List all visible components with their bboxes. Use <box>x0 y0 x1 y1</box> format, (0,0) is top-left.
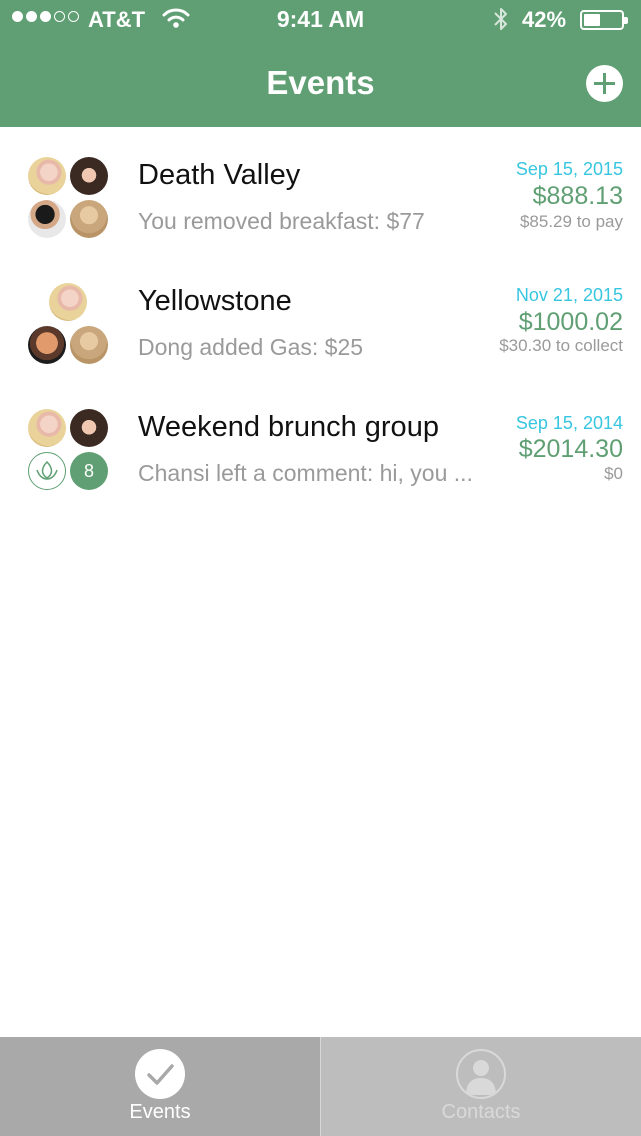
avatar <box>49 283 87 321</box>
tab-label: Contacts <box>441 1101 521 1123</box>
navigation-bar: AT&T 9:41 AM 42% Events <box>0 0 641 127</box>
battery-percentage: 42% <box>522 7 567 32</box>
event-balance: $85.29 to pay <box>519 212 623 231</box>
event-date: Sep 15, 2015 <box>515 159 623 179</box>
person-icon <box>456 1049 506 1099</box>
event-row[interactable]: Death Valley You removed breakfast: $77 … <box>0 137 641 263</box>
bluetooth-icon <box>494 8 507 30</box>
avatar <box>28 200 66 238</box>
avatar <box>28 326 66 364</box>
event-balance: $0 <box>604 464 623 483</box>
avatar <box>70 157 108 195</box>
event-name: Death Valley <box>138 159 301 191</box>
event-total-amount: $1000.02 <box>518 308 623 336</box>
tab-events[interactable]: Events <box>0 1037 320 1136</box>
event-last-activity: Dong added Gas: $25 <box>138 334 364 360</box>
event-total-amount: $888.13 <box>532 182 623 210</box>
app-logo-icon <box>28 452 66 490</box>
tab-label: Events <box>129 1101 191 1123</box>
event-balance: $30.30 to collect <box>499 336 623 355</box>
event-last-activity: You removed breakfast: $77 <box>138 208 425 234</box>
avatar <box>28 409 66 447</box>
event-total-amount: $2014.30 <box>518 435 623 463</box>
avatar <box>70 200 108 238</box>
avatar <box>70 409 108 447</box>
event-name: Weekend brunch group <box>138 411 439 443</box>
battery-icon <box>580 10 628 30</box>
page-title: Events <box>266 64 375 101</box>
event-date: Sep 15, 2014 <box>515 413 623 433</box>
checkmark-icon <box>135 1049 185 1099</box>
avatar <box>70 326 108 364</box>
avatar <box>28 157 66 195</box>
event-date: Nov 21, 2015 <box>515 285 623 305</box>
event-last-activity: Chansi left a comment: hi, you ... <box>138 460 473 486</box>
event-name: Yellowstone <box>138 285 292 317</box>
add-event-button[interactable] <box>586 65 623 102</box>
more-members-badge: 8 <box>70 452 108 490</box>
event-row[interactable]: Yellowstone Dong added Gas: $25 Nov 21, … <box>0 263 641 389</box>
status-bar: AT&T 9:41 AM 42% <box>0 0 641 40</box>
event-row[interactable]: 8 Weekend brunch group Chansi left a com… <box>0 389 641 515</box>
tab-contacts[interactable]: Contacts <box>321 1037 641 1136</box>
tab-bar: Events Contacts <box>0 1037 641 1136</box>
